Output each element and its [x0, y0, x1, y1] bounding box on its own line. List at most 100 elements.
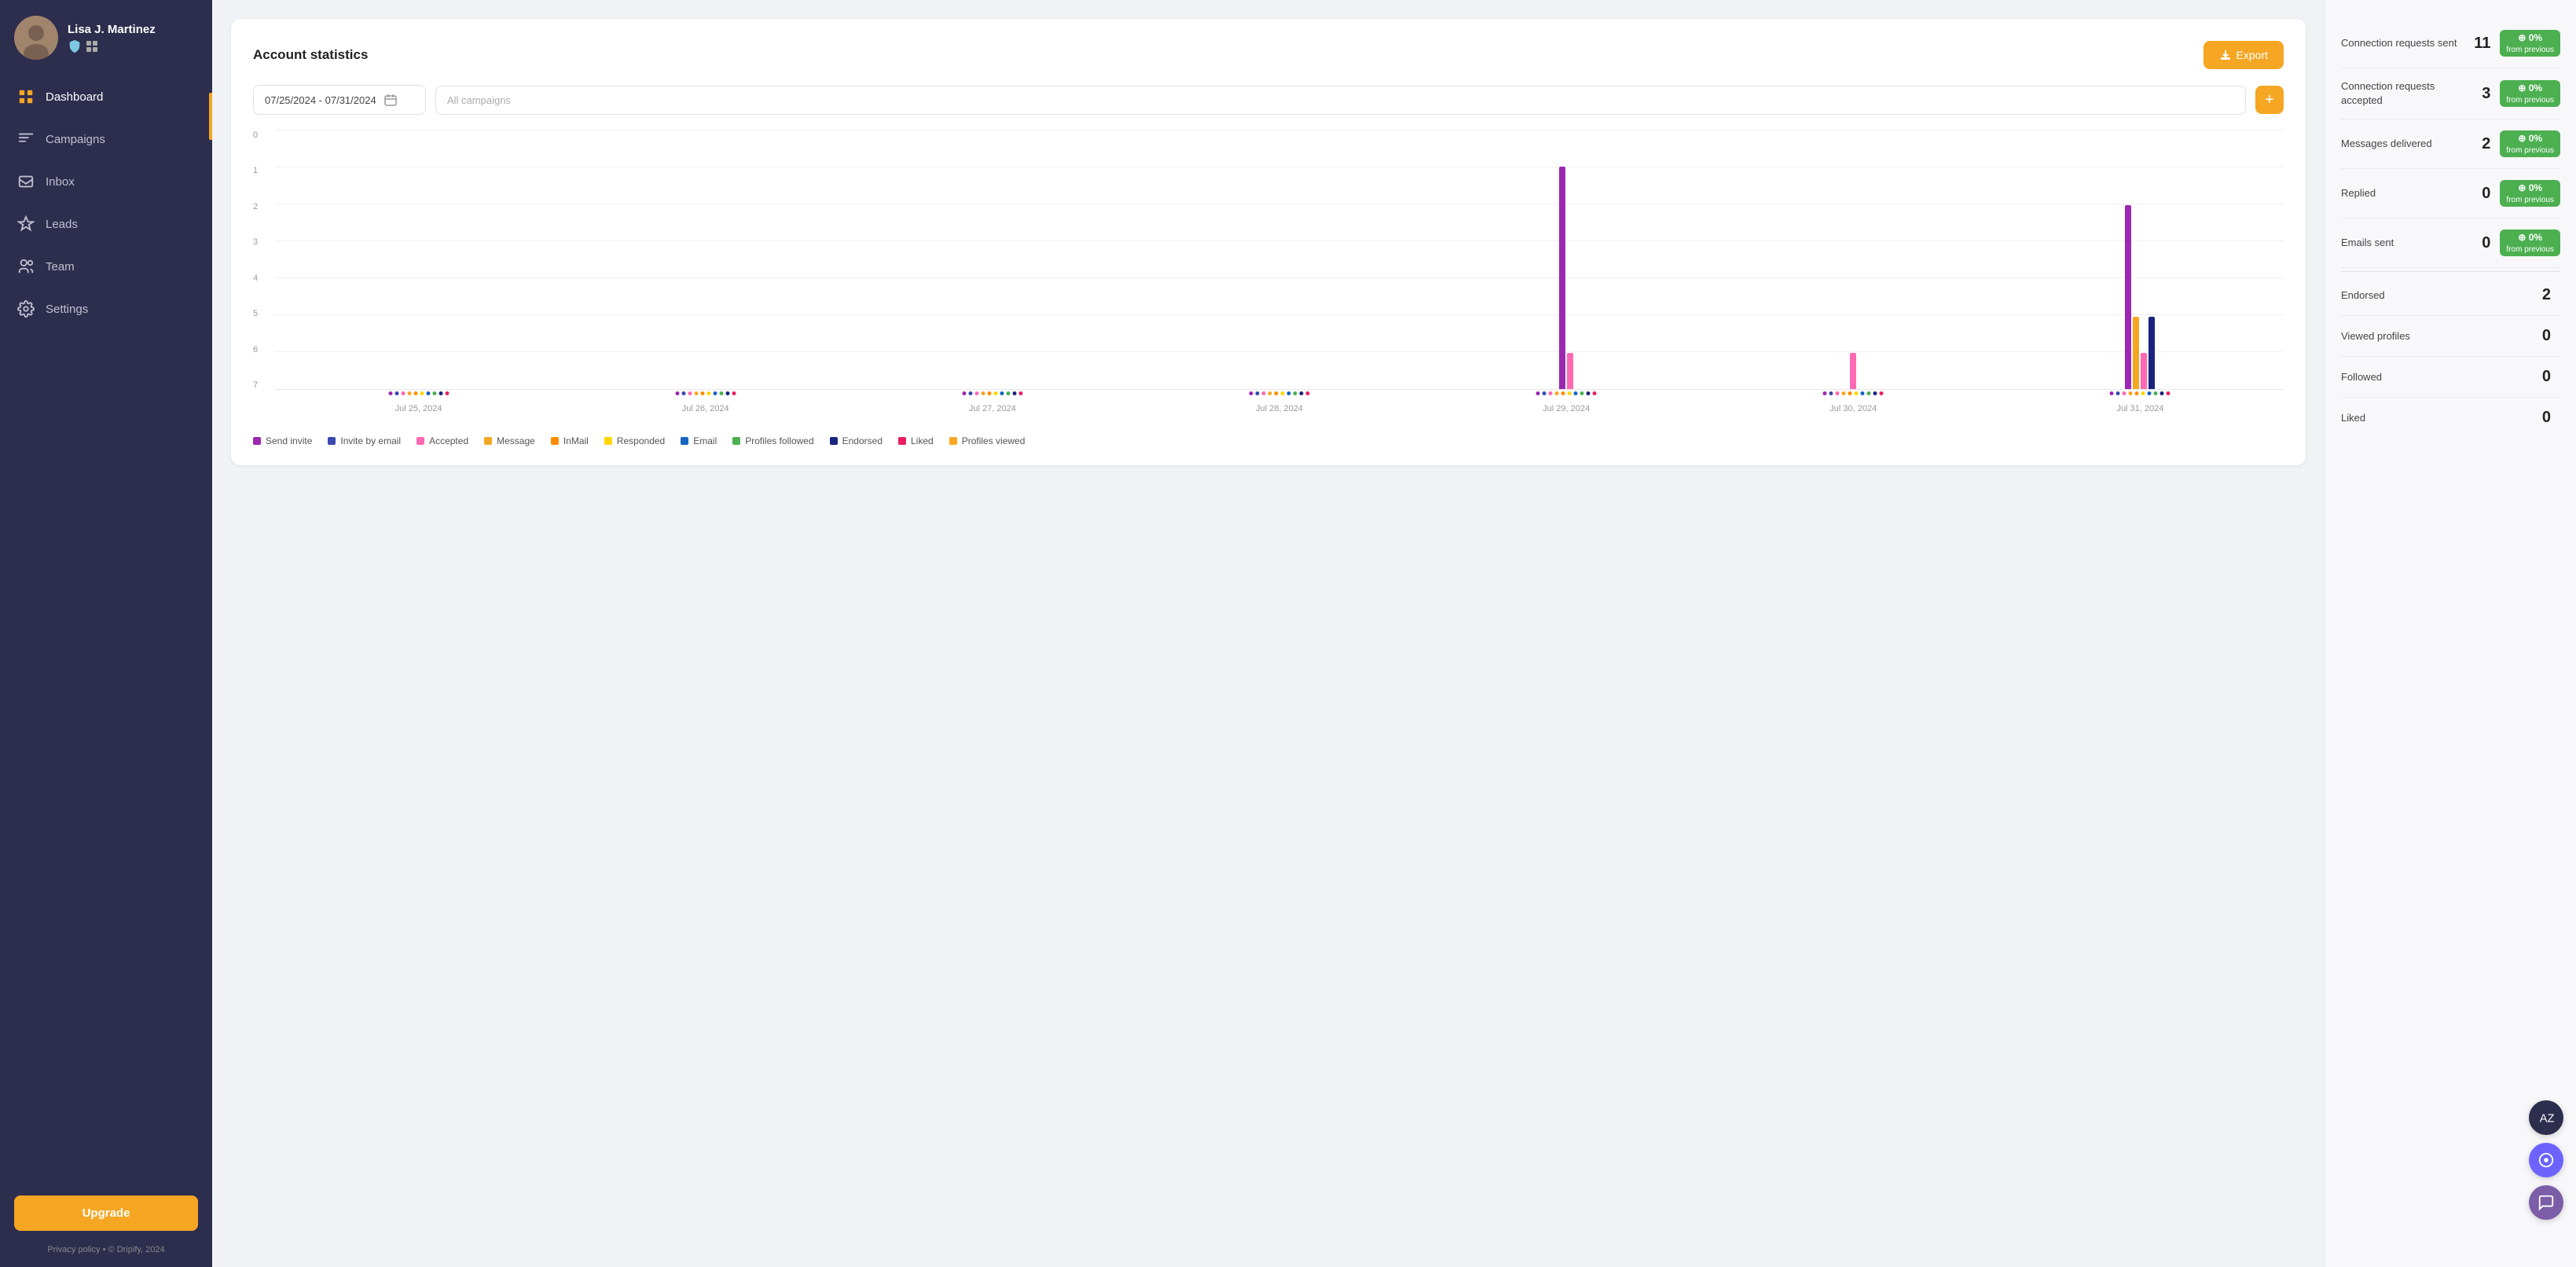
sidebar-footer: Privacy policy • © Dripify, 2024: [0, 1237, 212, 1267]
stat-value-viewed-profiles: 0: [2532, 327, 2551, 345]
stat-viewed-profiles: Viewed profiles 0: [2341, 316, 2560, 357]
stat-label-followed: Followed: [2341, 370, 2523, 384]
sidebar-label-dashboard: Dashboard: [46, 90, 103, 104]
support-icon: [2537, 1151, 2555, 1169]
profile-name: Lisa J. Martinez: [68, 23, 156, 36]
legend-accepted: Accepted: [416, 435, 468, 446]
stat-liked: Liked 0: [2341, 398, 2560, 438]
legend-liked: Liked: [898, 435, 934, 446]
card-header: Account statistics Export: [253, 41, 2284, 69]
legend-profiles-followed: Profiles followed: [732, 435, 813, 446]
shield-icon: [68, 39, 82, 53]
dashboard-icon: [17, 88, 35, 105]
stat-followed: Followed 0: [2341, 357, 2560, 398]
main-content: Account statistics Export 07/25/2024 - 0…: [212, 0, 2576, 1267]
translate-fab[interactable]: AZ: [2529, 1100, 2563, 1135]
day-bar-jul31: [1997, 130, 2284, 389]
legend-inmail: InMail: [551, 435, 589, 446]
export-button[interactable]: Export: [2204, 41, 2284, 69]
leads-icon: [17, 215, 35, 233]
card-title: Account statistics: [253, 47, 368, 63]
calendar-icon: [384, 94, 397, 106]
add-campaign-button[interactable]: +: [2255, 86, 2284, 114]
chat-icon: [2537, 1194, 2555, 1211]
legend-invite-by-email: Invite by email: [328, 435, 401, 446]
stat-value-connection-accepted: 3: [2471, 85, 2490, 103]
x-axis-labels: Jul 25, 2024 Jul 26, 2024 Jul 27, 2024 J…: [275, 404, 2284, 413]
export-icon: [2219, 49, 2232, 61]
day-bar-jul26: [562, 130, 849, 389]
stat-value-emails-sent: 0: [2471, 234, 2490, 252]
sidebar-item-settings[interactable]: Settings: [0, 288, 212, 330]
svg-text:AZ: AZ: [2540, 1113, 2555, 1126]
stat-badge-connection-accepted: ⊕ 0% from previous: [2500, 80, 2560, 107]
active-indicator: [209, 93, 212, 140]
stat-value-messages-delivered: 2: [2471, 135, 2490, 153]
legend-profiles-viewed: Profiles viewed: [949, 435, 1026, 446]
profile-section: Lisa J. Martinez: [0, 0, 212, 75]
sidebar-item-campaigns[interactable]: Campaigns: [0, 118, 212, 160]
translate-icon: AZ: [2537, 1109, 2555, 1126]
day-bar-jul28: [1136, 130, 1422, 389]
day-bar-jul25: [275, 130, 562, 389]
legend-endorsed: Endorsed: [830, 435, 883, 446]
statistics-card: Account statistics Export 07/25/2024 - 0…: [231, 19, 2306, 465]
day-bar-jul29: [1423, 130, 1710, 389]
chart-section: Account statistics Export 07/25/2024 - 0…: [212, 0, 2325, 1267]
stat-label-replied: Replied: [2341, 186, 2462, 200]
filters-row: 07/25/2024 - 07/31/2024 All campaigns +: [253, 85, 2284, 115]
date-range-value: 07/25/2024 - 07/31/2024: [265, 94, 376, 106]
campaign-filter[interactable]: All campaigns: [435, 86, 2246, 115]
stat-value-connection-sent: 11: [2471, 35, 2490, 53]
stat-value-endorsed: 2: [2532, 286, 2551, 304]
stat-connection-requests-sent: Connection requests sent 11 ⊕ 0% from pr…: [2341, 19, 2560, 68]
sidebar-item-leads[interactable]: Leads: [0, 203, 212, 245]
chat-fab[interactable]: [2529, 1185, 2563, 1220]
stat-badge-connection-sent: ⊕ 0% from previous: [2500, 30, 2560, 57]
stat-badge-messages-delivered: ⊕ 0% from previous: [2500, 130, 2560, 157]
stats-sidebar: Connection requests sent 11 ⊕ 0% from pr…: [2325, 0, 2576, 1267]
stat-value-followed: 0: [2532, 368, 2551, 386]
stat-badge-emails-sent: ⊕ 0% from previous: [2500, 230, 2560, 256]
stat-label-connection-accepted: Connection requests accepted: [2341, 79, 2462, 108]
chart-area: [275, 130, 2284, 390]
inbox-icon: [17, 173, 35, 190]
sidebar-label-settings: Settings: [46, 303, 88, 316]
y-axis-labels: 7 6 5 4 3 2 1 0: [253, 130, 272, 390]
stat-label-emails-sent: Emails sent: [2341, 236, 2462, 250]
sidebar-item-team[interactable]: Team: [0, 245, 212, 288]
sidebar-label-leads: Leads: [46, 218, 78, 231]
stat-label-messages-delivered: Messages delivered: [2341, 137, 2462, 151]
fab-container: AZ: [2529, 1100, 2563, 1220]
day-bar-jul27: [849, 130, 1136, 389]
stat-connection-requests-accepted: Connection requests accepted 3 ⊕ 0% from…: [2341, 68, 2560, 119]
stat-label-liked: Liked: [2341, 411, 2523, 425]
avatar: [14, 16, 58, 60]
sidebar: Lisa J. Martinez Dashboard Campaigns Inb…: [0, 0, 212, 1267]
date-range-picker[interactable]: 07/25/2024 - 07/31/2024: [253, 85, 426, 115]
sidebar-item-dashboard[interactable]: Dashboard: [0, 75, 212, 118]
stat-value-replied: 0: [2471, 185, 2490, 203]
grid-icon: [85, 39, 99, 53]
support-fab[interactable]: [2529, 1143, 2563, 1177]
stats-divider: [2341, 271, 2560, 272]
chart-legend: Send invite Invite by email Accepted Mes…: [253, 435, 2284, 446]
upgrade-button[interactable]: Upgrade: [14, 1195, 198, 1231]
chart-bars: [275, 130, 2284, 389]
stat-label-endorsed: Endorsed: [2341, 288, 2523, 303]
sidebar-item-inbox[interactable]: Inbox: [0, 160, 212, 203]
legend-responded: Responded: [604, 435, 665, 446]
day-bar-jul30: [1710, 130, 1997, 389]
sidebar-nav: Dashboard Campaigns Inbox Leads Team Set…: [0, 75, 212, 330]
stat-label-connection-sent: Connection requests sent: [2341, 36, 2462, 50]
sidebar-label-inbox: Inbox: [46, 175, 75, 189]
legend-send-invite: Send invite: [253, 435, 312, 446]
legend-message: Message: [484, 435, 535, 446]
sidebar-label-team: Team: [46, 260, 75, 274]
stat-value-liked: 0: [2532, 409, 2551, 427]
stat-messages-delivered: Messages delivered 2 ⊕ 0% from previous: [2341, 119, 2560, 169]
stat-badge-replied: ⊕ 0% from previous: [2500, 180, 2560, 207]
settings-icon: [17, 300, 35, 318]
stat-emails-sent: Emails sent 0 ⊕ 0% from previous: [2341, 219, 2560, 268]
sidebar-label-campaigns: Campaigns: [46, 133, 105, 146]
